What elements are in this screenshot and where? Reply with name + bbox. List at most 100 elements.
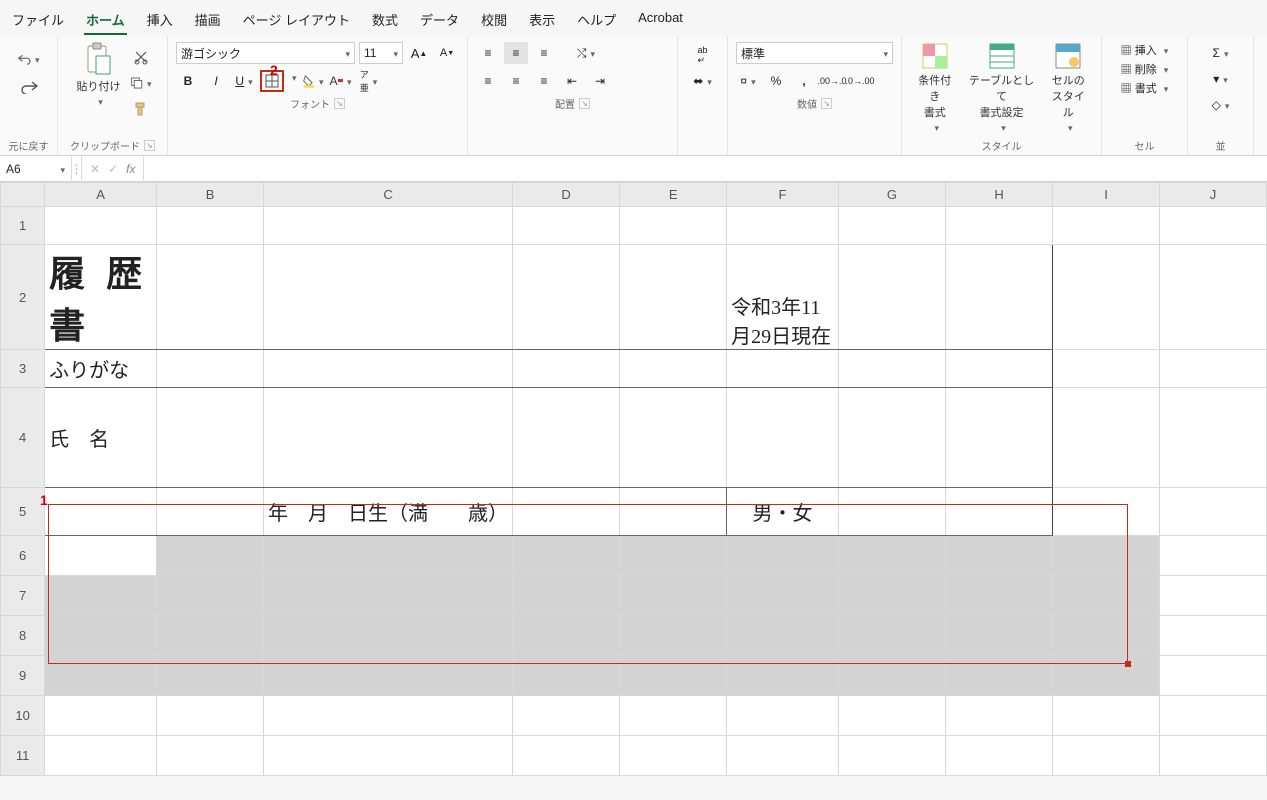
cut-button[interactable]: [129, 46, 153, 68]
copy-button[interactable]: [129, 72, 153, 94]
tab-acrobat[interactable]: Acrobat: [636, 6, 685, 35]
redo-button[interactable]: [17, 76, 41, 98]
cell-J10[interactable]: [1160, 696, 1267, 736]
cell-J8[interactable]: [1160, 616, 1267, 656]
cell-E10[interactable]: [620, 696, 727, 736]
tab-draw[interactable]: 描画: [193, 6, 223, 35]
cell-E8[interactable]: [620, 616, 727, 656]
cell-F8[interactable]: [727, 616, 839, 656]
align-center-button[interactable]: ≡: [504, 70, 528, 92]
cell-B2[interactable]: [157, 245, 264, 350]
italic-button[interactable]: I: [204, 70, 228, 92]
tab-review[interactable]: 校閲: [479, 6, 509, 35]
cell-J4[interactable]: [1160, 388, 1267, 488]
cell-styles-button[interactable]: セルの スタイル: [1043, 42, 1093, 134]
row-header-7[interactable]: 7: [1, 576, 45, 616]
currency-button[interactable]: ¤: [736, 70, 760, 92]
cell-A5[interactable]: [45, 488, 157, 536]
cell-C2[interactable]: [264, 245, 513, 350]
cell-E4[interactable]: [620, 388, 727, 488]
tab-formulas[interactable]: 数式: [370, 6, 400, 35]
number-format-select[interactable]: 標準: [736, 42, 893, 64]
cell-I4[interactable]: [1053, 388, 1160, 488]
clipboard-launcher[interactable]: ↘: [144, 140, 155, 151]
cell-J11[interactable]: [1160, 736, 1267, 776]
col-header-A[interactable]: A: [45, 183, 157, 207]
align-right-button[interactable]: ≡: [532, 70, 556, 92]
cell-A7[interactable]: [45, 576, 157, 616]
tab-pagelayout[interactable]: ページ レイアウト: [241, 6, 352, 35]
cell-I11[interactable]: [1053, 736, 1160, 776]
align-bottom-button[interactable]: ≡: [532, 42, 556, 64]
cell-F10[interactable]: [727, 696, 839, 736]
comma-button[interactable]: ,: [792, 70, 816, 92]
wrap-text-button[interactable]: ab↵: [691, 44, 715, 66]
format-as-table-button[interactable]: テーブルとして 書式設定: [962, 42, 1042, 134]
cell-F5[interactable]: 男・女: [727, 488, 839, 536]
phonetic-button[interactable]: ア亜: [357, 70, 381, 92]
cell-F1[interactable]: [727, 207, 839, 245]
conditional-format-button[interactable]: 条件付き 書式: [910, 42, 960, 134]
underline-button[interactable]: U: [232, 70, 256, 92]
cell-G2[interactable]: [838, 245, 945, 350]
decrease-decimal-button[interactable]: .0→.00: [848, 70, 872, 92]
increase-decimal-button[interactable]: .00→.0: [820, 70, 844, 92]
format-painter-button[interactable]: [129, 98, 153, 120]
increase-font-button[interactable]: A▲: [407, 42, 431, 64]
cell-E11[interactable]: [620, 736, 727, 776]
cell-H6[interactable]: [945, 536, 1052, 576]
cell-D7[interactable]: [513, 576, 620, 616]
fill-handle[interactable]: [1125, 661, 1131, 667]
cell-F2[interactable]: 令和3年11月29日現在: [727, 245, 839, 350]
cell-I8[interactable]: [1053, 616, 1160, 656]
cell-B9[interactable]: [157, 656, 264, 696]
tab-data[interactable]: データ: [418, 6, 461, 35]
cell-I10[interactable]: [1053, 696, 1160, 736]
col-header-E[interactable]: E: [620, 183, 727, 207]
cell-A4[interactable]: 氏 名: [45, 388, 157, 488]
cell-G7[interactable]: [838, 576, 945, 616]
cell-G8[interactable]: [838, 616, 945, 656]
col-header-G[interactable]: G: [838, 183, 945, 207]
row-header-1[interactable]: 1: [1, 207, 45, 245]
font-launcher[interactable]: ↘: [334, 98, 345, 109]
cell-C3[interactable]: [264, 350, 513, 388]
cell-B1[interactable]: [157, 207, 264, 245]
cell-D8[interactable]: [513, 616, 620, 656]
cell-A9[interactable]: [45, 656, 157, 696]
cell-C9[interactable]: [264, 656, 513, 696]
cell-B5[interactable]: [157, 488, 264, 536]
tab-view[interactable]: 表示: [527, 6, 557, 35]
indent-increase-button[interactable]: ⇥: [588, 70, 612, 92]
cell-E1[interactable]: [620, 207, 727, 245]
name-box[interactable]: A6: [0, 156, 72, 182]
row-header-9[interactable]: 9: [1, 656, 45, 696]
autosum-button[interactable]: Σ: [1209, 42, 1233, 64]
col-header-D[interactable]: D: [513, 183, 620, 207]
cell-F7[interactable]: [727, 576, 839, 616]
tab-home[interactable]: ホーム: [84, 6, 127, 35]
fill-color-button[interactable]: [301, 70, 325, 92]
insert-cells-button[interactable]: ▦ 挿入: [1121, 42, 1169, 58]
cell-D5[interactable]: [513, 488, 620, 536]
row-header-3[interactable]: 3: [1, 350, 45, 388]
undo-button[interactable]: [17, 48, 41, 70]
cell-F4[interactable]: [727, 388, 839, 488]
col-header-F[interactable]: F: [727, 183, 839, 207]
clear-button[interactable]: ◇: [1209, 94, 1233, 116]
cell-B11[interactable]: [157, 736, 264, 776]
cell-H7[interactable]: [945, 576, 1052, 616]
cell-A1[interactable]: [45, 207, 157, 245]
align-left-button[interactable]: ≡: [476, 70, 500, 92]
cell-H1[interactable]: [945, 207, 1052, 245]
cell-A8[interactable]: [45, 616, 157, 656]
cell-C6[interactable]: [264, 536, 513, 576]
cell-J2[interactable]: [1160, 245, 1267, 350]
format-cells-button[interactable]: ▦ 書式: [1121, 80, 1169, 96]
cell-G5[interactable]: [838, 488, 945, 536]
cell-J9[interactable]: [1160, 656, 1267, 696]
row-header-10[interactable]: 10: [1, 696, 45, 736]
col-header-H[interactable]: H: [945, 183, 1052, 207]
cell-D10[interactable]: [513, 696, 620, 736]
font-size-select[interactable]: 11: [359, 42, 403, 64]
